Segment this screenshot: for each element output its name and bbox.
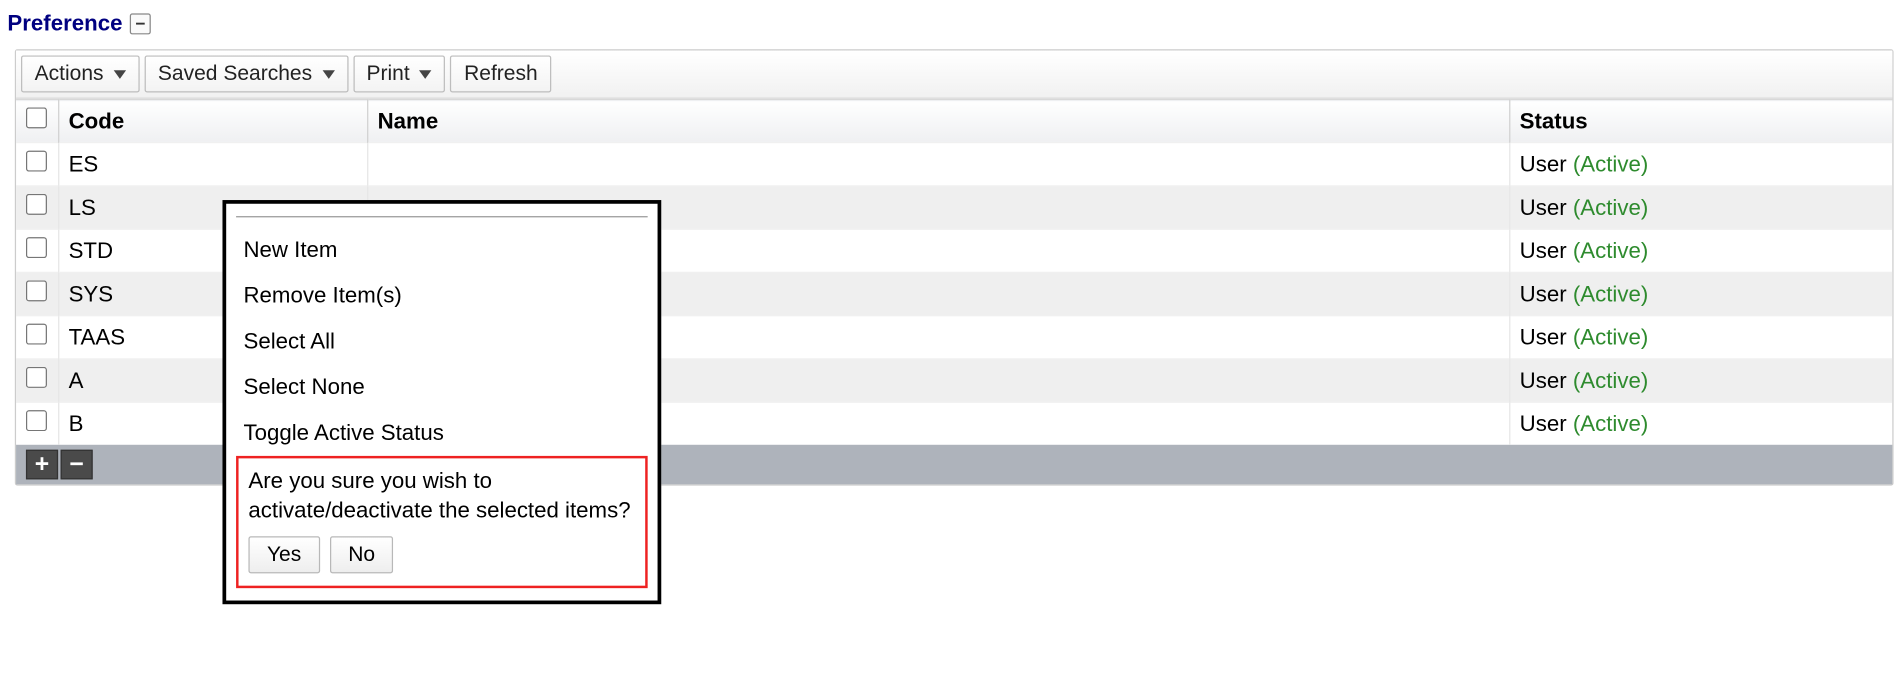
status-user: User xyxy=(1520,238,1573,263)
cell-status: User (Active) xyxy=(1509,359,1892,402)
menu-separator xyxy=(236,216,648,217)
cell-checkbox xyxy=(16,359,58,402)
status-active: (Active) xyxy=(1573,194,1648,219)
status-user: User xyxy=(1520,194,1573,219)
refresh-button[interactable]: Refresh xyxy=(450,55,551,92)
yes-button[interactable]: Yes xyxy=(248,536,319,573)
menu-item[interactable]: Select None xyxy=(236,364,648,410)
toolbar: Actions Saved Searches Print Refresh xyxy=(16,50,1892,98)
collapse-icon[interactable] xyxy=(130,13,151,34)
cell-checkbox xyxy=(16,272,58,315)
remove-row-button[interactable]: − xyxy=(61,450,93,480)
status-active: (Active) xyxy=(1573,368,1648,393)
panel-title: Preference xyxy=(7,11,122,37)
row-checkbox[interactable] xyxy=(26,280,47,301)
row-checkbox[interactable] xyxy=(26,237,47,258)
menu-item[interactable]: Toggle Active Status xyxy=(236,410,648,456)
cell-code: ES xyxy=(58,143,367,186)
cell-checkbox xyxy=(16,402,58,445)
status-user: User xyxy=(1520,151,1573,176)
cell-checkbox xyxy=(16,143,58,186)
row-checkbox[interactable] xyxy=(26,324,47,345)
print-label: Print xyxy=(366,62,409,87)
cell-checkbox xyxy=(16,229,58,272)
cell-status: User (Active) xyxy=(1509,143,1892,186)
cell-status: User (Active) xyxy=(1509,229,1892,272)
saved-searches-label: Saved Searches xyxy=(158,62,312,87)
cell-checkbox xyxy=(16,186,58,229)
menu-item[interactable]: Select All xyxy=(236,319,648,365)
status-active: (Active) xyxy=(1573,411,1648,436)
table-row[interactable]: ES User (Active) xyxy=(16,143,1892,186)
cell-checkbox xyxy=(16,316,58,359)
table-header: Code Name Status xyxy=(16,99,1892,142)
select-all-checkbox[interactable] xyxy=(26,107,47,128)
add-row-button[interactable]: + xyxy=(26,450,58,480)
status-user: User xyxy=(1520,411,1573,436)
actions-button[interactable]: Actions xyxy=(21,55,139,92)
status-user: User xyxy=(1520,281,1573,306)
cell-status: User (Active) xyxy=(1509,186,1892,229)
row-checkbox[interactable] xyxy=(26,410,47,431)
confirm-message: Are you sure you wish to activate/deacti… xyxy=(248,466,635,526)
row-checkbox[interactable] xyxy=(26,367,47,388)
status-user: User xyxy=(1520,324,1573,349)
confirm-dialog: Are you sure you wish to activate/deacti… xyxy=(236,456,648,588)
actions-label: Actions xyxy=(35,62,104,87)
status-active: (Active) xyxy=(1573,281,1648,306)
print-button[interactable]: Print xyxy=(353,55,446,92)
no-button[interactable]: No xyxy=(330,536,394,573)
menu-item[interactable]: New Item xyxy=(236,227,648,273)
chevron-down-icon xyxy=(420,70,432,79)
saved-searches-button[interactable]: Saved Searches xyxy=(144,55,348,92)
status-active: (Active) xyxy=(1573,238,1648,263)
status-active: (Active) xyxy=(1573,324,1648,349)
row-checkbox[interactable] xyxy=(26,151,47,172)
cell-status: User (Active) xyxy=(1509,402,1892,445)
col-name[interactable]: Name xyxy=(367,99,1509,142)
actions-menu: New ItemRemove Item(s)Select AllSelect N… xyxy=(222,200,661,604)
row-add-remove: +− xyxy=(26,450,93,480)
row-checkbox[interactable] xyxy=(26,194,47,215)
refresh-label: Refresh xyxy=(464,62,538,87)
chevron-down-icon xyxy=(113,70,125,79)
menu-item[interactable]: Remove Item(s) xyxy=(236,273,648,319)
col-select-all xyxy=(16,99,58,142)
cell-name xyxy=(367,143,1509,186)
cell-status: User (Active) xyxy=(1509,272,1892,315)
status-user: User xyxy=(1520,368,1573,393)
cell-status: User (Active) xyxy=(1509,316,1892,359)
col-code[interactable]: Code xyxy=(58,99,367,142)
status-active: (Active) xyxy=(1573,151,1648,176)
col-status[interactable]: Status xyxy=(1509,99,1892,142)
chevron-down-icon xyxy=(322,70,334,79)
